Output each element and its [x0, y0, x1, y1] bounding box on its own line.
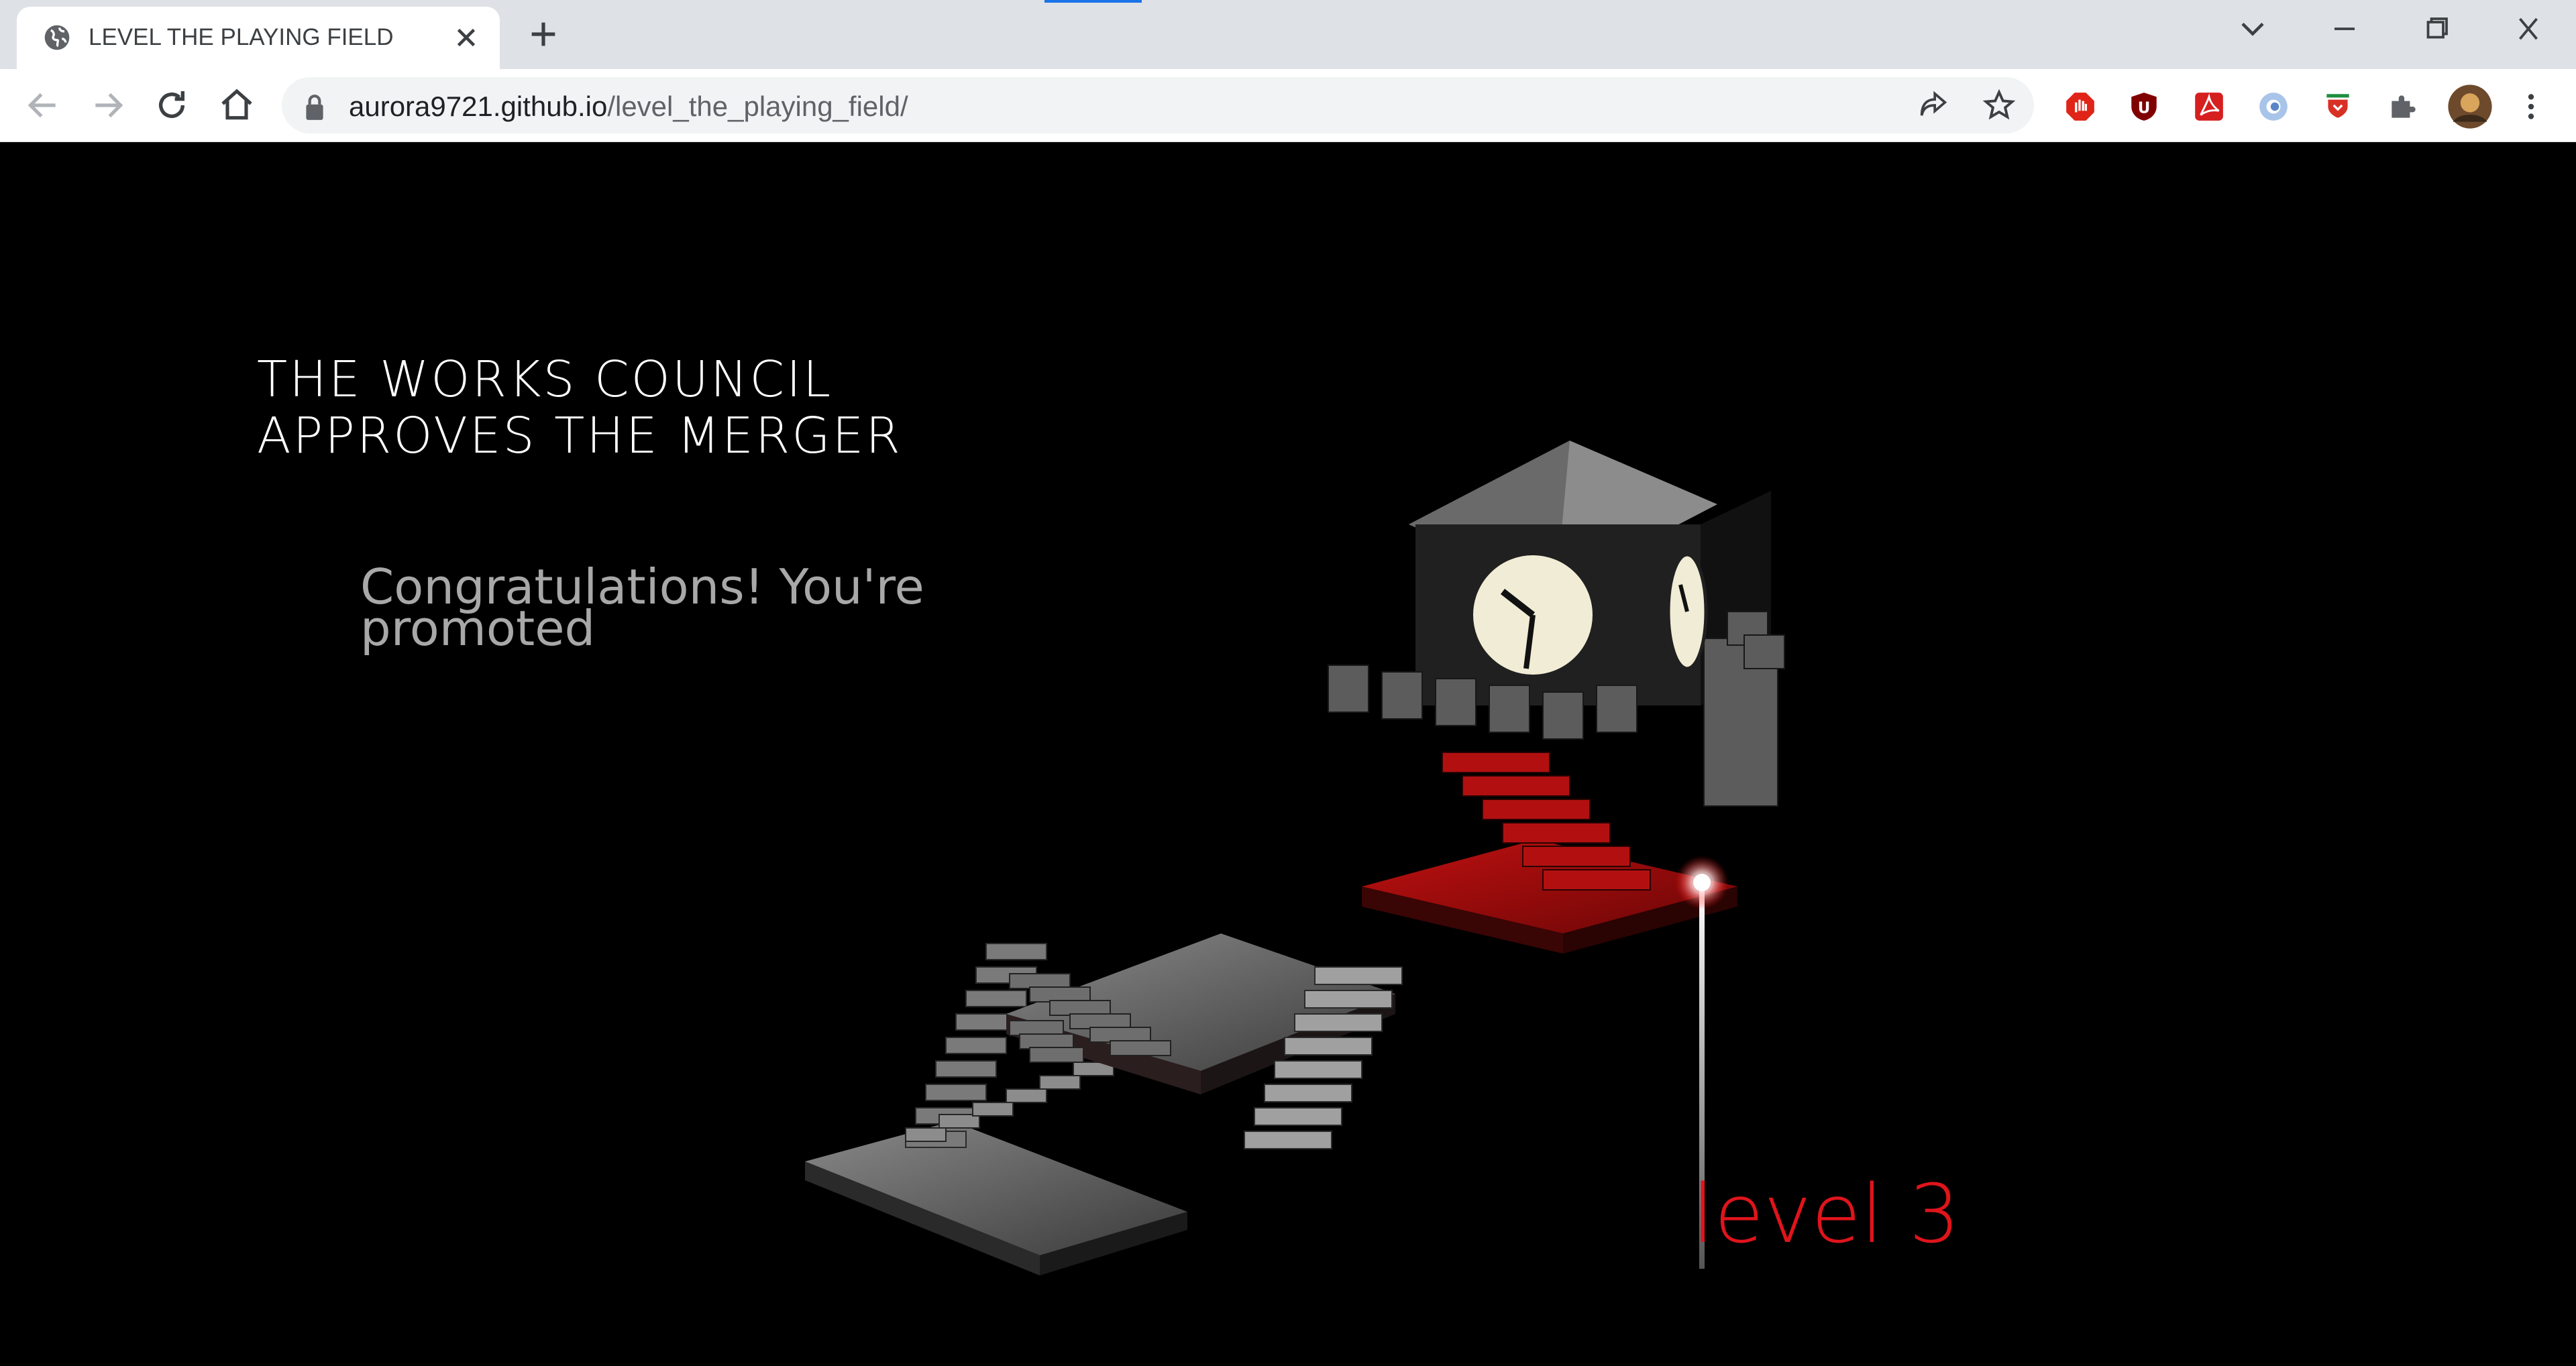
star-icon[interactable] [1982, 88, 2017, 123]
home-icon[interactable] [218, 87, 256, 124]
browser-tab[interactable]: LEVEL THE PLAYING FIELD [17, 7, 500, 69]
tab-title: LEVEL THE PLAYING FIELD [89, 24, 394, 50]
grammar-icon[interactable] [2257, 90, 2290, 123]
browser-toolbar: aurora9721.github.io/level_the_playing_f… [0, 69, 2576, 143]
lower-platform [805, 1121, 1187, 1275]
back-arrow-icon[interactable] [24, 87, 62, 124]
chrome-menu-icon[interactable] [2514, 90, 2548, 123]
puzzle-icon[interactable] [2386, 90, 2420, 123]
ublock-icon[interactable]: U [2127, 90, 2161, 123]
restore-icon[interactable] [2416, 13, 2457, 44]
url-text[interactable]: aurora9721.github.io/level_the_playing_f… [349, 88, 908, 125]
staircase-scene[interactable] [0, 142, 2576, 1366]
tab-search-chevron-icon[interactable] [2233, 13, 2273, 44]
close-icon[interactable] [451, 22, 482, 53]
tab-search-highlight [1044, 0, 1142, 3]
url-host: aurora9721.github.io [349, 91, 608, 122]
game-page: THE WORKS COUNCIL APPROVES THE MERGER Co… [0, 142, 2576, 1366]
new-tab-plus-icon[interactable] [526, 17, 561, 52]
minimize-icon[interactable] [2324, 13, 2365, 44]
profile-avatar[interactable] [2447, 84, 2493, 129]
lock-icon[interactable] [303, 93, 326, 121]
clock-tower [1328, 441, 1785, 807]
shield-extension-icon[interactable] [2321, 90, 2355, 123]
forward-arrow-icon[interactable] [89, 87, 127, 124]
acrobat-icon[interactable] [2192, 90, 2226, 123]
red-platform [1362, 752, 1737, 954]
close-window-icon[interactable] [2508, 13, 2548, 44]
stop-hand-icon[interactable] [2063, 90, 2097, 123]
level-indicator: level 3 [1692, 1168, 1960, 1261]
svg-text:U: U [2138, 99, 2151, 117]
reload-icon[interactable] [153, 87, 191, 124]
share-icon[interactable] [1916, 88, 1951, 123]
url-path: /level_the_playing_field/ [607, 91, 908, 122]
globe-icon [44, 25, 70, 50]
tab-strip: LEVEL THE PLAYING FIELD [0, 0, 2576, 69]
